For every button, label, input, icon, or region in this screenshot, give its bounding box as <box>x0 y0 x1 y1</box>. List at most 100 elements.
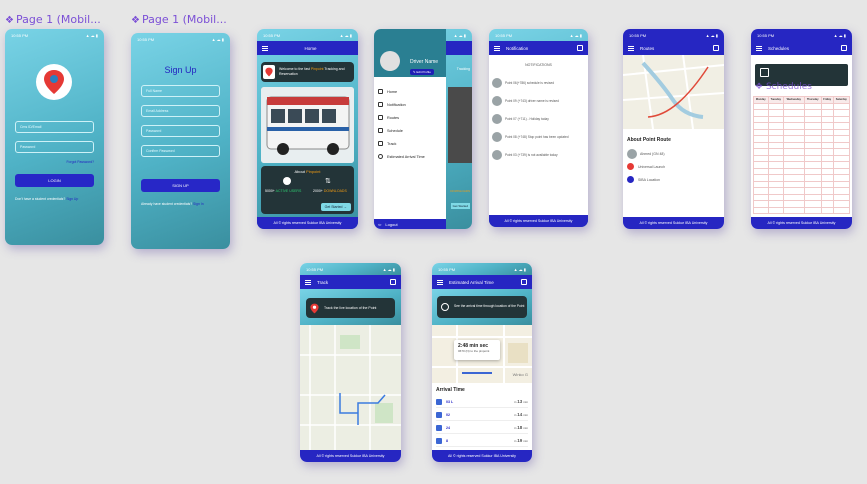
notification-screen: 10:55 PM ▲ ☁ ▮ Notification NOTIFICATIONS… <box>489 29 588 227</box>
status-bar: 10:55 PM▲ ☁ ▮ <box>751 29 852 41</box>
users-stat: 5000+ ACTIVE USERS <box>265 189 302 193</box>
drawer-item-notification[interactable]: Notification <box>378 102 406 107</box>
footer: All © rights reserved Sukkur IBA Univers… <box>300 450 401 462</box>
routes-icon <box>378 115 383 120</box>
driver-row: Ahmed (GN 48) <box>627 149 665 159</box>
status-bar: 10:55 PM▲ ☁ ▮ <box>137 36 224 42</box>
location-pin-icon <box>265 67 273 77</box>
bus-image <box>261 87 354 163</box>
signup-link[interactable]: Sign Up <box>66 197 78 201</box>
drawer-item-home[interactable]: Home <box>378 89 397 94</box>
track-message: Track the live location of the Point <box>324 306 377 310</box>
page-title: Sign Up <box>164 65 197 75</box>
drawer-item-track[interactable]: Track <box>378 141 396 146</box>
menu-icon[interactable] <box>305 279 311 285</box>
logout-icon: ⇦ <box>378 221 382 227</box>
arrival-section-title: Arrival Time <box>436 387 465 393</box>
clock-icon <box>378 154 383 159</box>
screen-title: Routes <box>640 45 655 51</box>
list-item[interactable]: Point 07 (+711) - Holiday today <box>492 113 585 125</box>
clock-icon <box>441 303 449 311</box>
about-title: About Pinpoint <box>294 169 321 174</box>
eta-message: See the arrival time through location of… <box>454 304 525 309</box>
eta-card: See the arrival time through location of… <box>437 296 527 318</box>
home-icon[interactable] <box>841 45 847 51</box>
footer: All © rights reserved Sukkur IBA Univers… <box>257 217 358 229</box>
list-item[interactable]: 03 Lin 13 min <box>436 396 528 408</box>
footer: All © rights reserved Sukkur IBA Univers… <box>489 215 588 227</box>
confirm-password-field[interactable]: Confirm Password <box>141 145 220 157</box>
drawer-item-routes[interactable]: Routes <box>378 115 399 120</box>
get-started-button[interactable]: Get Started → <box>320 203 351 211</box>
downloads-stat: 2000+ DOWNLOADS <box>313 189 347 193</box>
footer: All © rights reserved Sukkur IBA Univers… <box>623 217 724 229</box>
status-bar: 10:55 PM▲ ☁ ▮ <box>432 263 532 275</box>
home-icon[interactable] <box>390 279 396 285</box>
app-bar: Track <box>300 275 401 289</box>
signup-screen: 10:55 PM ▲ ☁ ▮ Sign Up Full Name Email Ad… <box>131 33 230 249</box>
map-illustration <box>623 54 724 130</box>
screen-title: Home <box>304 45 317 51</box>
status-bar: 10:55 PM▲ ☁ ▮ <box>495 32 582 38</box>
home-icon[interactable] <box>577 45 583 51</box>
menu-icon[interactable] <box>494 45 500 51</box>
route-map[interactable] <box>623 54 724 130</box>
screen-title: Schedules <box>768 45 790 51</box>
drawer-item-schedule[interactable]: Schedule <box>378 128 403 133</box>
list-item[interactable]: Point 09 (+743) driver name is revised <box>492 95 585 107</box>
menu-icon[interactable] <box>437 279 443 285</box>
route-section-title: About Point Route <box>627 137 671 143</box>
no-account-text: Don't have a student credentials? Sign U… <box>15 197 79 201</box>
logout-button[interactable]: ⇦ Logout <box>374 219 446 229</box>
menu-icon[interactable] <box>628 45 634 51</box>
login-button[interactable]: LOGIN <box>15 174 94 187</box>
behind-appbar <box>446 41 472 55</box>
track-screen: 10:55 PM ▲ ☁ ▮ Track Track the live locat… <box>300 263 401 462</box>
list-item[interactable]: 8 in 19 min <box>436 435 528 447</box>
drawer-header: Driver Name ✎ Edit Profile <box>374 29 446 77</box>
driver-name: Driver Name <box>410 59 439 65</box>
track-card: Track the live location of the Point <box>306 298 395 318</box>
frame-label-2[interactable]: ❖ Page 1 (Mobil... <box>131 13 227 26</box>
behind-text: Tracking <box>456 67 470 71</box>
list-item[interactable]: 24 in 18 min <box>436 422 528 434</box>
drawer-screen: 10:55 PM▲ ☁ ▮ Tracking DOWNLOADS Get Sta… <box>374 29 472 229</box>
password-field[interactable]: Password <box>141 125 220 137</box>
routes-screen: 10:55 PM ▲ ☁ ▮ Routes About Point Route A… <box>623 29 724 229</box>
location-icon <box>378 141 383 146</box>
signup-button[interactable]: SIGN UP <box>141 179 220 192</box>
list-item[interactable]: 02 in 14 min <box>436 409 528 421</box>
welcome-card: Welcome to the fast Pinpoint Tracking an… <box>261 62 354 82</box>
app-bar: Notification <box>489 41 588 55</box>
signin-link[interactable]: Sign In <box>193 202 204 206</box>
footer: All © rights reserved Sukkur IBA Univers… <box>432 450 532 462</box>
eta-subtitle: 0670 (N) to the pinpoint <box>458 349 490 353</box>
list-item[interactable]: Point 06(+786) schedule is revised <box>492 77 585 89</box>
list-item[interactable]: Point 03 (+739) is not available today <box>492 149 585 161</box>
edit-profile-button[interactable]: ✎ Edit Profile <box>410 69 434 75</box>
screen-title: Estimated Arrival Time <box>449 279 494 285</box>
list-item[interactable]: Point 08 (+748) Stop point has been upda… <box>492 131 585 143</box>
bell-icon <box>378 102 383 107</box>
map-illustration <box>300 325 401 450</box>
menu-icon[interactable] <box>262 45 268 51</box>
menu-icon[interactable] <box>756 45 762 51</box>
end-pin-icon <box>627 176 634 183</box>
home-icon[interactable] <box>521 279 527 285</box>
app-bar: Estimated Arrival Time <box>432 275 532 289</box>
eta-map[interactable]: 2:48 min sec 0670 (N) to the pinpoint Wi… <box>432 325 532 383</box>
frame-label-1[interactable]: ❖ Page 1 (Mobil... <box>5 13 101 26</box>
forgot-password-link[interactable]: Forgot Password? <box>66 160 94 164</box>
track-map[interactable] <box>300 325 401 450</box>
password-field[interactable]: Password <box>15 141 94 153</box>
drawer-item-eta[interactable]: Estimated Arrival Time <box>378 154 425 159</box>
home-screen: 10:55 PM ▲ ☁ ▮ Home Welcome to the fast P… <box>257 29 358 229</box>
schedule-grid: Monday Tuesday Wednesday Thursday Friday… <box>753 96 851 214</box>
email-field[interactable]: Email Address <box>141 105 220 117</box>
bus-illustration <box>261 87 354 163</box>
start-row: Universal Launch <box>627 163 665 170</box>
home-icon[interactable] <box>713 45 719 51</box>
screen-title: Notification <box>506 45 529 51</box>
email-field[interactable]: Cms ID/Email <box>15 121 94 133</box>
full-name-field[interactable]: Full Name <box>141 85 220 97</box>
